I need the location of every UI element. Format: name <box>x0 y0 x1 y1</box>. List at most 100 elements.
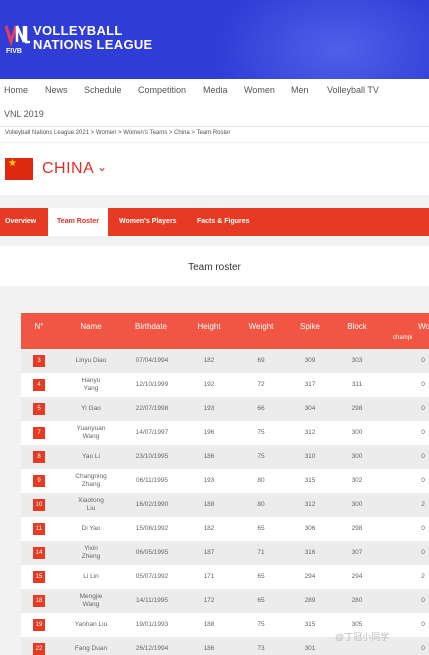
cell-extra: 0 <box>421 477 425 484</box>
cell-birth: 14/07/1997 <box>135 429 169 436</box>
cell-block: 311 <box>351 381 363 388</box>
table-row[interactable]: 14 Yixin Zheng 06/05/1995 187 71 316 307 0 <box>21 541 429 565</box>
col-weight[interactable]: Weight <box>243 313 279 349</box>
cell-name[interactable]: Linyu Diao <box>65 349 117 373</box>
cell-weight: 66 <box>257 405 265 412</box>
chevron-down-icon[interactable]: ⌄ <box>97 160 107 174</box>
player-name-line: Wang <box>82 601 100 608</box>
table-row[interactable]: 3 Linyu Diao 07/04/1994 182 69 309 303 0 <box>21 349 429 373</box>
vnl-logo-icon[interactable]: FIVB <box>4 22 30 56</box>
col-height[interactable]: Height <box>191 313 227 349</box>
cell-name[interactable]: Mengjie Wang <box>65 589 117 613</box>
tab-womens-players[interactable]: Women's Players <box>119 208 177 236</box>
header-glow <box>209 0 429 79</box>
cell-block: 298 <box>351 525 363 532</box>
col-world-championships-sub: champi <box>393 335 413 341</box>
tab-team-roster[interactable]: Team Roster <box>48 208 108 236</box>
cell-weight: 80 <box>257 501 265 508</box>
svg-text:FIVB: FIVB <box>6 48 22 55</box>
cell-block: 294 <box>351 573 363 580</box>
cell-height: 172 <box>203 597 215 604</box>
cell-spike: 315 <box>304 621 316 628</box>
cell-extra: 0 <box>421 453 425 460</box>
nav-home[interactable]: Home <box>4 85 28 95</box>
player-name-line: Changning <box>75 473 107 480</box>
cell-name[interactable]: Di Yao <box>65 517 117 541</box>
cell-block: 300 <box>351 429 363 436</box>
tab-overview[interactable]: Overview <box>5 208 36 236</box>
cell-name[interactable]: Hanyu Yang <box>65 373 117 397</box>
nav-men[interactable]: Men <box>291 85 309 95</box>
cell-height: 182 <box>203 357 215 364</box>
table-row[interactable]: 7 Yuanyuan Wang 14/07/1997 196 75 312 300 0 <box>21 421 429 445</box>
col-birthdate[interactable]: Birthdate <box>129 313 173 349</box>
table-row[interactable]: 11 Di Yao 15/08/1992 182 65 306 298 0 <box>21 517 429 541</box>
cell-name[interactable]: Yanhan Liu <box>65 613 117 637</box>
cell-spike: 315 <box>304 477 316 484</box>
table-row[interactable]: 8 Yao Li 23/10/1995 186 75 310 300 0 <box>21 445 429 469</box>
nav-vnl-2019[interactable]: VNL 2019 <box>4 109 44 119</box>
table-row[interactable]: 18 Mengjie Wang 14/11/1995 172 65 289 280 0 <box>21 589 429 613</box>
cell-weight: 65 <box>257 597 265 604</box>
cell-spike: 312 <box>304 429 316 436</box>
cell-extra: 0 <box>421 621 425 628</box>
cell-height: 193 <box>203 477 215 484</box>
cell-birth: 19/01/1993 <box>135 621 169 628</box>
table-row[interactable]: 10 Xiaotong Liu 16/02/1990 188 80 312 300 2 <box>21 493 429 517</box>
nav-media[interactable]: Media <box>203 85 228 95</box>
cell-weight: 72 <box>257 381 265 388</box>
logo-text[interactable]: VOLLEYBALL NATIONS LEAGUE <box>33 24 153 52</box>
table-row[interactable]: 5 Yi Gao 22/07/1998 193 66 304 298 0 <box>21 397 429 421</box>
col-name[interactable]: Name <box>71 313 111 349</box>
breadcrumb[interactable]: Volleyball Nations League 2021 > Women >… <box>0 127 429 142</box>
nav-women[interactable]: Women <box>244 85 275 95</box>
cell-weight: 75 <box>257 453 265 460</box>
table-row[interactable]: 4 Hanyu Yang 12/10/1999 192 72 317 311 0 <box>21 373 429 397</box>
table-row[interactable]: 15 Li Lin 05/07/1992 171 65 294 294 2 <box>21 565 429 589</box>
nav-news[interactable]: News <box>45 85 68 95</box>
cell-name[interactable]: Li Lin <box>65 565 117 589</box>
cell-block: 302 <box>351 477 363 484</box>
player-name-line: Mengjie <box>79 593 103 600</box>
cell-weight: 80 <box>257 477 265 484</box>
cell-weight: 69 <box>257 357 265 364</box>
col-number[interactable]: N° <box>29 313 49 349</box>
cell-weight: 65 <box>257 525 265 532</box>
roster-table: N° Name Birthdate Height Weight Spike Bl… <box>21 313 429 655</box>
player-number-badge: 9 <box>33 475 45 487</box>
cell-block: 303 <box>351 357 363 364</box>
player-number-badge: 14 <box>33 547 45 559</box>
cell-name[interactable]: Yao Li <box>65 445 117 469</box>
cell-birth: 16/02/1990 <box>135 501 169 508</box>
player-number-badge: 4 <box>33 379 45 391</box>
cell-name[interactable]: Changning Zhang <box>65 469 117 493</box>
country-name[interactable]: CHINA <box>42 160 94 178</box>
col-spike[interactable]: Spike <box>295 313 325 349</box>
cell-block: 280 <box>351 597 363 604</box>
main-nav: Home News Schedule Competition Media Wom… <box>0 79 429 127</box>
player-number-badge: 8 <box>33 451 45 463</box>
player-name-line: Wang <box>82 433 100 440</box>
cell-block: 298 <box>351 405 363 412</box>
player-number-badge: 11 <box>33 523 45 535</box>
cell-birth: 06/05/1995 <box>135 549 169 556</box>
cell-extra: 0 <box>421 381 425 388</box>
cell-birth: 06/11/1995 <box>135 477 169 484</box>
cell-extra: 2 <box>421 501 425 508</box>
nav-competition[interactable]: Competition <box>138 85 186 95</box>
cell-weight: 71 <box>257 549 265 556</box>
cell-name[interactable]: Yuanyuan Wang <box>65 421 117 445</box>
col-world-championships[interactable]: Wo <box>409 313 429 349</box>
cell-name[interactable]: Fang Duan <box>65 637 117 655</box>
tab-facts-figures[interactable]: Facts & Figures <box>197 208 250 236</box>
watermark: @丁冠小同学 <box>335 632 390 642</box>
nav-volleyball-tv[interactable]: Volleyball TV <box>327 85 379 95</box>
cell-name[interactable]: Yixin Zheng <box>65 541 117 565</box>
table-row[interactable]: 9 Changning Zhang 06/11/1995 193 80 315 302 0 <box>21 469 429 493</box>
roster-title: Team roster <box>188 262 241 273</box>
cell-name[interactable]: Yi Gao <box>65 397 117 421</box>
cell-name[interactable]: Xiaotong Liu <box>65 493 117 517</box>
cell-birth: 12/10/1999 <box>135 381 169 388</box>
nav-schedule[interactable]: Schedule <box>84 85 122 95</box>
col-block[interactable]: Block <box>341 313 373 349</box>
